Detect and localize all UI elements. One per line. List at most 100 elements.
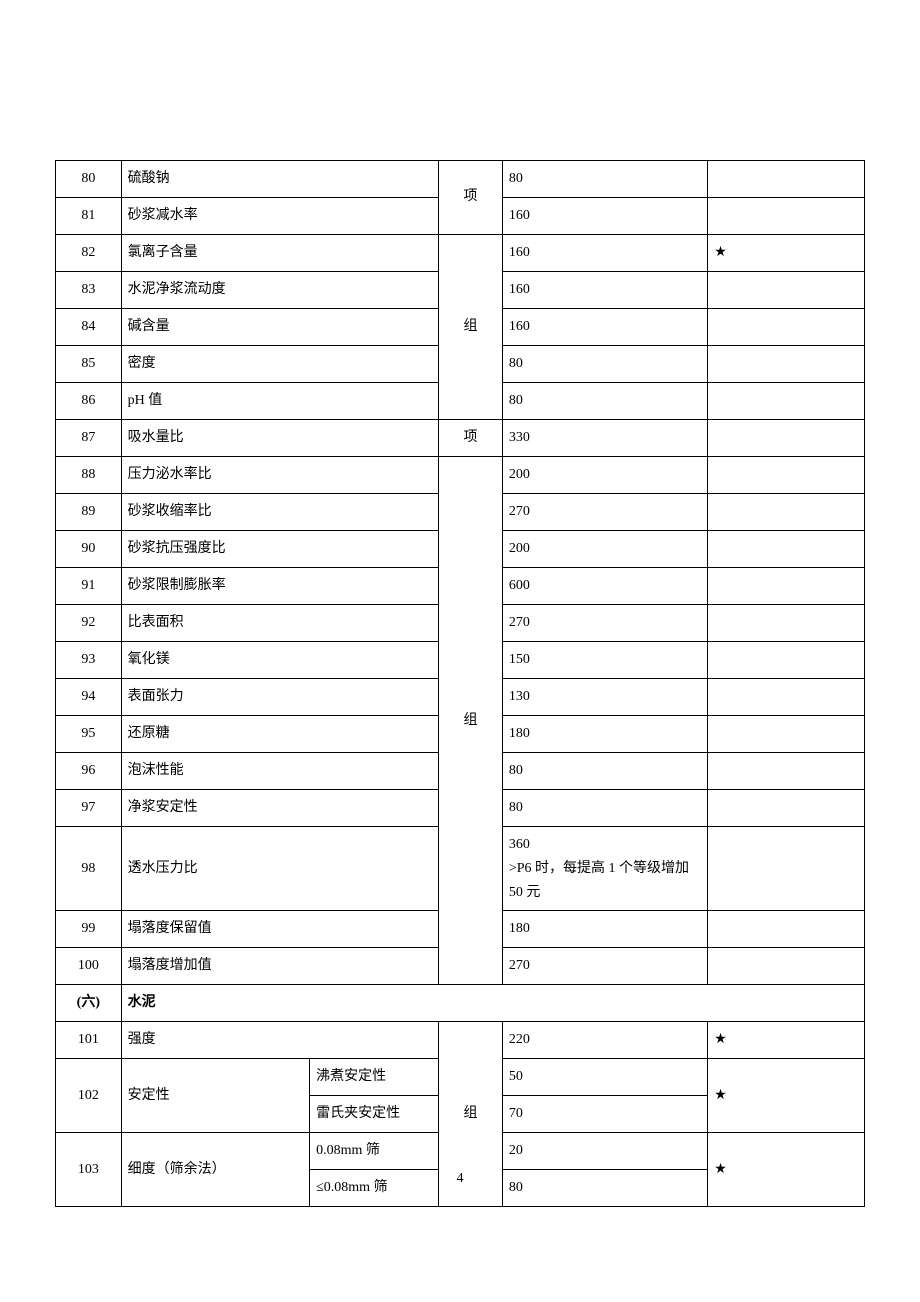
row-number: 93 bbox=[56, 642, 122, 679]
row-value: 130 bbox=[502, 679, 707, 716]
row-number: 90 bbox=[56, 531, 122, 568]
row-number: 100 bbox=[56, 948, 122, 985]
row-number: 89 bbox=[56, 494, 122, 531]
row-name: 塌落度增加值 bbox=[121, 948, 439, 985]
row-number: 86 bbox=[56, 383, 122, 420]
row-number: 82 bbox=[56, 235, 122, 272]
row-star bbox=[708, 272, 865, 309]
row-star bbox=[708, 568, 865, 605]
row-name: 表面张力 bbox=[121, 679, 439, 716]
row-star bbox=[708, 642, 865, 679]
row-name: 砂浆收缩率比 bbox=[121, 494, 439, 531]
row-value: 180 bbox=[502, 716, 707, 753]
row-value: 20 bbox=[502, 1133, 707, 1170]
row-value: 360>P6 时，每提高 1 个等级增加 50 元 bbox=[502, 827, 707, 911]
row-star bbox=[708, 605, 865, 642]
page-number: 4 bbox=[0, 1171, 920, 1187]
row-star bbox=[708, 383, 865, 420]
row-star bbox=[708, 531, 865, 568]
row-value: 200 bbox=[502, 531, 707, 568]
row-value: 160 bbox=[502, 309, 707, 346]
row-number: 103 bbox=[56, 1133, 122, 1207]
row-value: 80 bbox=[502, 753, 707, 790]
section-title: 水泥 bbox=[121, 985, 864, 1022]
row-name: 细度（筛余法） bbox=[121, 1133, 309, 1207]
row-number: 85 bbox=[56, 346, 122, 383]
data-table: 80 硫酸钠 项 80 81 砂浆减水率 160 82 氯离子含量 组 160 … bbox=[55, 160, 865, 1207]
row-star bbox=[708, 948, 865, 985]
row-unit: 项 bbox=[439, 161, 503, 235]
row-star bbox=[708, 309, 865, 346]
row-subname: 沸煮安定性 bbox=[310, 1059, 439, 1096]
row-number: 88 bbox=[56, 457, 122, 494]
table-row: 82 氯离子含量 组 160 ★ bbox=[56, 235, 865, 272]
row-name: 碱含量 bbox=[121, 309, 439, 346]
row-name: 砂浆减水率 bbox=[121, 198, 439, 235]
row-star bbox=[708, 198, 865, 235]
row-value: 600 bbox=[502, 568, 707, 605]
row-star bbox=[708, 420, 865, 457]
row-value: 80 bbox=[502, 346, 707, 383]
row-value: 270 bbox=[502, 494, 707, 531]
row-star bbox=[708, 753, 865, 790]
row-star bbox=[708, 161, 865, 198]
row-value: 80 bbox=[502, 383, 707, 420]
row-number: 98 bbox=[56, 827, 122, 911]
page: 80 硫酸钠 项 80 81 砂浆减水率 160 82 氯离子含量 组 160 … bbox=[0, 0, 920, 1302]
row-number: 97 bbox=[56, 790, 122, 827]
row-name: 透水压力比 bbox=[121, 827, 439, 911]
row-value: 80 bbox=[502, 790, 707, 827]
row-value: 70 bbox=[502, 1096, 707, 1133]
row-subname: 雷氏夹安定性 bbox=[310, 1096, 439, 1133]
row-name: 塌落度保留值 bbox=[121, 911, 439, 948]
row-name: 压力泌水率比 bbox=[121, 457, 439, 494]
row-name: 氯离子含量 bbox=[121, 235, 439, 272]
row-name: 吸水量比 bbox=[121, 420, 439, 457]
table-row: 80 硫酸钠 项 80 bbox=[56, 161, 865, 198]
table-row: 88 压力泌水率比 组 200 bbox=[56, 457, 865, 494]
row-value: 160 bbox=[502, 272, 707, 309]
row-value: 330 bbox=[502, 420, 707, 457]
row-subname: 0.08mm 筛 bbox=[310, 1133, 439, 1170]
row-name: 比表面积 bbox=[121, 605, 439, 642]
row-name: 水泥净浆流动度 bbox=[121, 272, 439, 309]
row-name: 氧化镁 bbox=[121, 642, 439, 679]
row-name: 硫酸钠 bbox=[121, 161, 439, 198]
row-star bbox=[708, 911, 865, 948]
row-star bbox=[708, 827, 865, 911]
row-star: ★ bbox=[708, 1133, 865, 1207]
row-value: 160 bbox=[502, 235, 707, 272]
row-star bbox=[708, 679, 865, 716]
table-row: 87 吸水量比 项 330 bbox=[56, 420, 865, 457]
row-number: 92 bbox=[56, 605, 122, 642]
row-star bbox=[708, 346, 865, 383]
section-number: (六) bbox=[56, 985, 122, 1022]
row-value: 220 bbox=[502, 1022, 707, 1059]
row-name: 还原糖 bbox=[121, 716, 439, 753]
table-row: 101 强度 组 220 ★ bbox=[56, 1022, 865, 1059]
row-number: 102 bbox=[56, 1059, 122, 1133]
row-name: 砂浆限制膨胀率 bbox=[121, 568, 439, 605]
row-star: ★ bbox=[708, 1059, 865, 1133]
row-star bbox=[708, 494, 865, 531]
row-number: 87 bbox=[56, 420, 122, 457]
row-unit: 组 bbox=[439, 235, 503, 420]
row-value: 180 bbox=[502, 911, 707, 948]
row-number: 80 bbox=[56, 161, 122, 198]
row-number: 95 bbox=[56, 716, 122, 753]
row-number: 81 bbox=[56, 198, 122, 235]
row-name: pH 值 bbox=[121, 383, 439, 420]
row-unit: 组 bbox=[439, 457, 503, 985]
row-star bbox=[708, 457, 865, 494]
row-unit: 项 bbox=[439, 420, 503, 457]
row-value: 270 bbox=[502, 948, 707, 985]
row-value: 80 bbox=[502, 161, 707, 198]
row-name: 泡沫性能 bbox=[121, 753, 439, 790]
row-number: 101 bbox=[56, 1022, 122, 1059]
row-value: 270 bbox=[502, 605, 707, 642]
row-number: 83 bbox=[56, 272, 122, 309]
row-value: 50 bbox=[502, 1059, 707, 1096]
row-name: 强度 bbox=[121, 1022, 439, 1059]
row-star bbox=[708, 716, 865, 753]
row-name: 砂浆抗压强度比 bbox=[121, 531, 439, 568]
